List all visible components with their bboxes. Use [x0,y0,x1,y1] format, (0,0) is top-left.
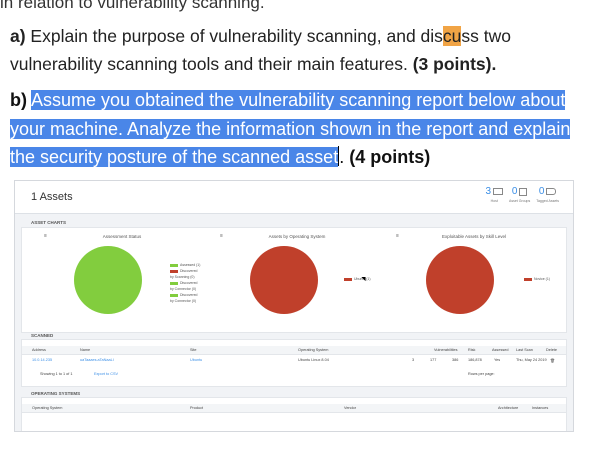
cut-off-text-line: in relation to vulnerability scanning. [0,0,265,12]
question-a-label: a) [10,26,26,46]
counter-host-label: Host [490,199,498,203]
counter-tagged-assets: 0 Tagged Assets [536,186,559,203]
row-site[interactable]: Ubuntu [190,358,202,362]
report-title: 1 Assets [31,191,73,203]
question-b-label: b) [10,90,27,110]
asset-charts-label: ASSET CHARTS [31,220,67,225]
col-name[interactable]: Name [80,348,90,352]
chart-assessment-status: ≡ Assessment Status Assessed (1) Discove… [22,228,202,332]
col-instances[interactable]: Instances [532,406,548,410]
os-header-row: Operating System Product Vendor Architec… [22,404,566,413]
question-a-text-1: Explain the purpose of vulnerability sca… [25,26,443,46]
legend-item: Novice (1) [534,277,550,281]
question-a: a) Explain the purpose of vulnerability … [10,22,590,78]
rows-per-page-label: Rows per page: [468,372,495,376]
col-vendor[interactable]: Vendor [344,406,356,410]
pie-assets-by-os [250,246,318,314]
table-row: 10.0.14.235 uaTaaaes.aTaNaaLl Ubuntu Ubu… [22,356,566,364]
question-b-selected-text[interactable]: Assume you obtained the vulnerability sc… [10,90,571,167]
row-last-scan: Thu, May 24 2019 [516,358,547,362]
monitor-icon [493,188,504,195]
col-architecture[interactable]: Architecture [498,406,518,410]
row-risk-score: 186,878 [468,358,482,362]
col-last-scan[interactable]: Last Scan [516,348,533,352]
col-os[interactable]: Operating System [298,348,328,352]
col-risk[interactable]: Risk [468,348,475,352]
col-address[interactable]: Address [32,348,46,352]
os-label: OPERATING SYSTEMS [31,391,81,396]
export-csv-link[interactable]: Export to CSV [94,372,118,376]
scanned-table: Address Name Site Operating System Vulne… [21,339,567,387]
group-icon [519,187,528,196]
row-critical: 3 [412,358,415,362]
legend-swatch [170,269,178,273]
row-vulns: 177 [430,358,437,362]
legend-swatch [170,293,178,297]
table-footer: Showing 1 to 1 of 1 Export to CSV Rows p… [22,370,566,378]
col-operating-system[interactable]: Operating System [32,406,62,410]
question-b-text-after: . [339,147,350,167]
chart-exploitable-assets: ≡ Exploitable Assets by Skill Level Novi… [382,228,566,332]
report-header: 1 Assets 3 Host 0 Asset Groups 0 Tagged … [15,181,573,214]
counter-groups-value: 0 [511,186,518,197]
pie-assessment-status [74,246,142,314]
row-name[interactable]: uaTaaaes.aTaNaaLl [80,358,114,362]
tag-icon [546,188,557,195]
col-product[interactable]: Product [190,406,203,410]
col-site[interactable]: Site [190,348,197,352]
trash-icon[interactable]: 🗑 [550,358,555,363]
scanned-label: SCANNED [31,333,54,338]
chart-assets-by-os: ≡ Assets by Operating System Ubuntu (1) [202,228,382,332]
chart-title: Assets by Operating System [268,234,326,239]
counter-host-value: 3 [485,186,492,197]
chart-title: Assessment Status [102,234,142,239]
pie-exploitable-assets [426,246,494,314]
legend-swatch [170,263,178,267]
chart-legend: Novice (1) [524,276,550,282]
showing-text: Showing 1 to 1 of 1 [40,372,73,376]
question-a-highlight: cu [442,26,462,46]
row-assessed: Yes [494,358,501,362]
legend-item: Assessed (1) [180,263,201,267]
legend-swatch [344,277,352,281]
table-header-row: Address Name Site Operating System Vulne… [22,346,566,355]
question-b-points: (4 points) [349,147,431,167]
counter-tagged-label: Tagged Assets [536,199,559,203]
counter-host: 3 Host [485,186,504,203]
chart-legend: Assessed (1) Discovered by Scanning (0) … [170,262,202,304]
col-vulnerabilities[interactable]: Vulnerabilities [434,348,458,352]
row-address[interactable]: 10.0.14.235 [32,358,52,362]
col-delete[interactable]: Delete [546,348,557,352]
scan-report-screenshot: 1 Assets 3 Host 0 Asset Groups 0 Tagged … [14,180,574,432]
counter-asset-groups: 0 Asset Groups [509,186,530,203]
asset-charts-panel: ≡ Assessment Status Assessed (1) Discove… [21,227,567,333]
question-a-points: (3 points). [412,54,497,74]
os-table: Operating System Product Vendor Architec… [21,397,567,431]
row-os: Ubuntu Linux 8.04 [298,358,329,362]
asset-counters: 3 Host 0 Asset Groups 0 Tagged Assets [485,186,559,203]
counter-tagged-value: 0 [538,186,545,197]
question-b[interactable]: b) Assume you obtained the vulnerability… [10,86,595,172]
row-risk-count: 386 [452,358,459,362]
chart-title: Exploitable Assets by Skill Level [441,234,507,239]
col-assessed[interactable]: Assessed [492,348,508,352]
legend-swatch [170,281,178,285]
counter-groups-label: Asset Groups [509,199,531,203]
legend-swatch [524,277,532,281]
